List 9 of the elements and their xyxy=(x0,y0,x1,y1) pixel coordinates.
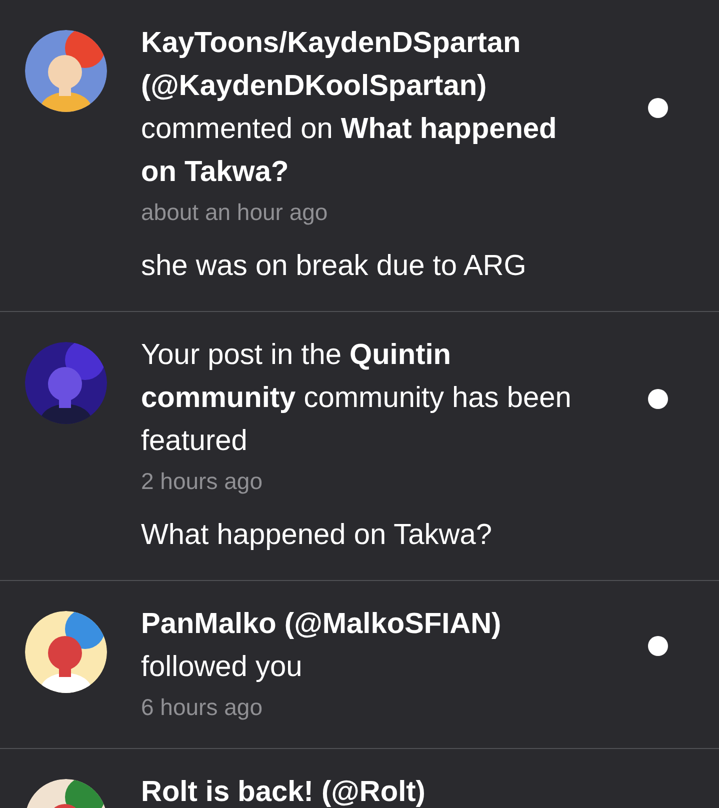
notification-text: Your post in the Quintin community community has been featured xyxy=(141,338,572,459)
timestamp: 6 hours ago xyxy=(141,693,262,722)
notification-text: Rolt is back! (@Rolt) xyxy=(141,775,426,808)
timestamp: about an hour ago xyxy=(141,198,328,227)
notification-text: PanMalko (@MalkoSFIAN) followed you xyxy=(141,607,502,685)
notification-text: KayToons/KaydenDSpartan (@KaydenDKoolSpartan) commented on What happened on Takwa? xyxy=(141,26,558,190)
timestamp: 2 hours ago xyxy=(141,467,262,496)
comment-text: What happened on Takwa? xyxy=(141,518,492,553)
comment-text: she was on break due to ARG xyxy=(141,249,526,284)
